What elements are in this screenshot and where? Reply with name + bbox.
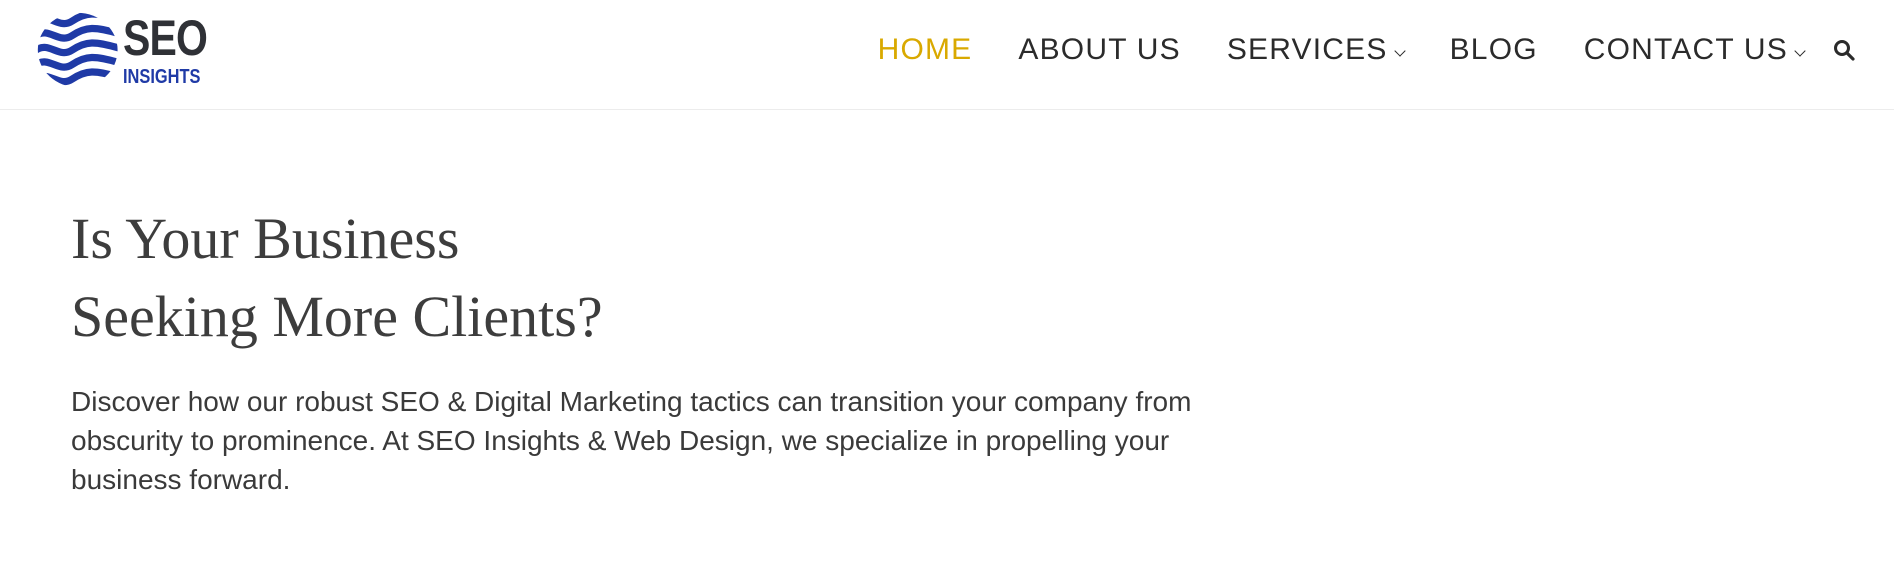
logo-main-text: SEO <box>123 10 208 66</box>
chevron-down-icon <box>1393 45 1406 57</box>
logo-sub-text: INSIGHTS <box>123 66 201 88</box>
search-button[interactable] <box>1832 38 1856 62</box>
nav-item-label: BLOG <box>1449 33 1538 66</box>
chevron-down-icon <box>1794 45 1806 57</box>
site-header: SEO INSIGHTS HOME ABOUT US SERVICES BLOG… <box>0 0 1894 110</box>
main-nav: HOME ABOUT US SERVICES BLOG CONTACT US <box>832 0 1894 100</box>
logo-wordmark: SEO INSIGHTS <box>123 13 226 87</box>
nav-item-label: HOME <box>877 33 973 66</box>
nav-item-about-us[interactable]: ABOUT US <box>1018 33 1180 67</box>
hero-description: Discover how our robust SEO & Digital Ma… <box>71 386 1192 495</box>
hero-section: Is Your Business Seeking More Clients? D… <box>71 200 1231 499</box>
hero-title-line-1: Is Your Business <box>71 206 460 271</box>
nav-item-label: SERVICES <box>1226 33 1388 66</box>
search-icon <box>1834 40 1855 61</box>
nav-item-services[interactable]: SERVICES <box>1226 33 1406 67</box>
nav-item-contact-us[interactable]: CONTACT US <box>1583 33 1806 67</box>
nav-item-label: CONTACT US <box>1583 33 1788 66</box>
nav-item-home[interactable]: HOME <box>878 33 973 67</box>
wave-logo-icon <box>37 12 118 86</box>
nav-item-label: ABOUT US <box>1018 33 1181 66</box>
nav-item-blog[interactable]: BLOG <box>1450 33 1538 67</box>
site-logo[interactable]: SEO INSIGHTS <box>36 8 226 92</box>
hero-title: Is Your Business Seeking More Clients? <box>71 200 1231 356</box>
hero-title-line-2: Seeking More Clients? <box>71 284 603 349</box>
